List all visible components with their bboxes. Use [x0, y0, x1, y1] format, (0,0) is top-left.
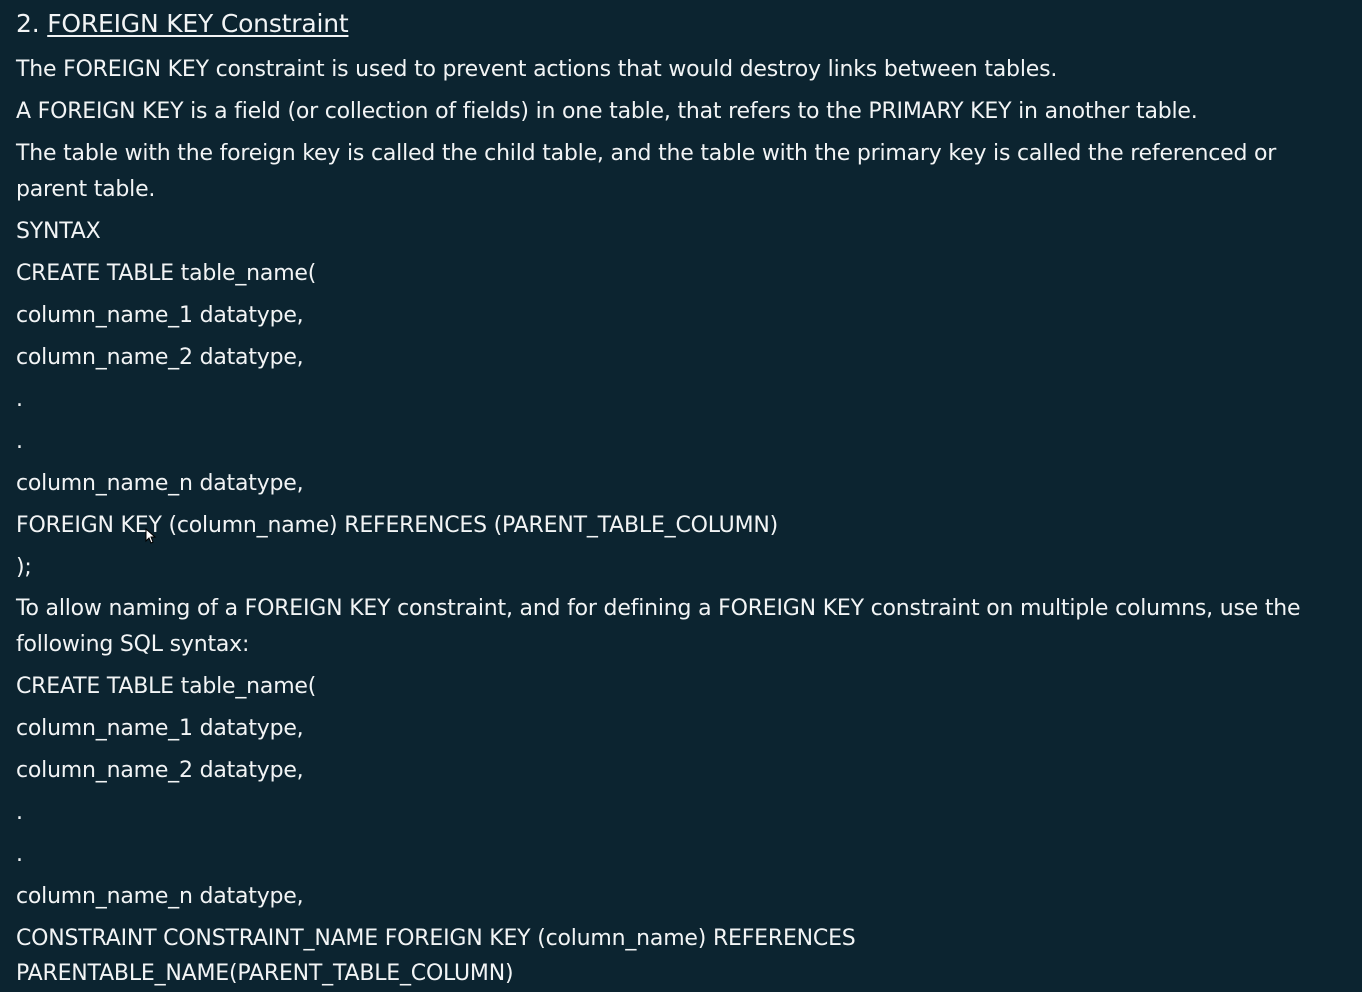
syntax2-line-3: column_name_2 datatype,	[16, 758, 304, 783]
syntax-label: SYNTAX	[16, 219, 101, 244]
syntax1-line-6: column_name_n datatype,	[16, 471, 304, 496]
syntax2-line-5: .	[16, 842, 23, 867]
paragraph-1: The FOREIGN KEY constraint is used to pr…	[16, 57, 1058, 82]
syntax2-line-6: column_name_n datatype,	[16, 884, 304, 909]
syntax1-line-2: column_name_1 datatype,	[16, 303, 304, 328]
section-title: FOREIGN KEY Constraint	[47, 9, 349, 38]
syntax1-line-1: CREATE TABLE table_name(	[16, 261, 317, 286]
syntax1-line-4: .	[16, 387, 23, 412]
syntax2-line-1: CREATE TABLE table_name(	[16, 674, 317, 699]
syntax2-line-7: CONSTRAINT CONSTRAINT_NAME FOREIGN KEY (…	[16, 926, 856, 951]
section-number: 2.	[16, 9, 40, 38]
syntax2-line-2: column_name_1 datatype,	[16, 716, 304, 741]
syntax1-line-8: );	[16, 555, 32, 580]
syntax1-line-3: column_name_2 datatype,	[16, 345, 304, 370]
syntax2-line-4: .	[16, 800, 23, 825]
named-intro-line-1: To allow naming of a FOREIGN KEY constra…	[16, 596, 1301, 621]
section-heading: 2. FOREIGN KEY Constraint	[16, 6, 349, 42]
paragraph-3-line-1: The table with the foreign key is called…	[16, 141, 1277, 166]
syntax2-line-8: PARENTABLE_NAME(PARENT_TABLE_COLUMN)	[16, 961, 514, 986]
named-intro-line-2: following SQL syntax:	[16, 632, 250, 657]
paragraph-3-line-2: parent table.	[16, 177, 156, 202]
paragraph-2: A FOREIGN KEY is a field (or collection …	[16, 99, 1198, 124]
syntax1-line-5: .	[16, 429, 23, 454]
syntax1-line-7: FOREIGN KEY (column_name) REFERENCES (PA…	[16, 513, 779, 538]
